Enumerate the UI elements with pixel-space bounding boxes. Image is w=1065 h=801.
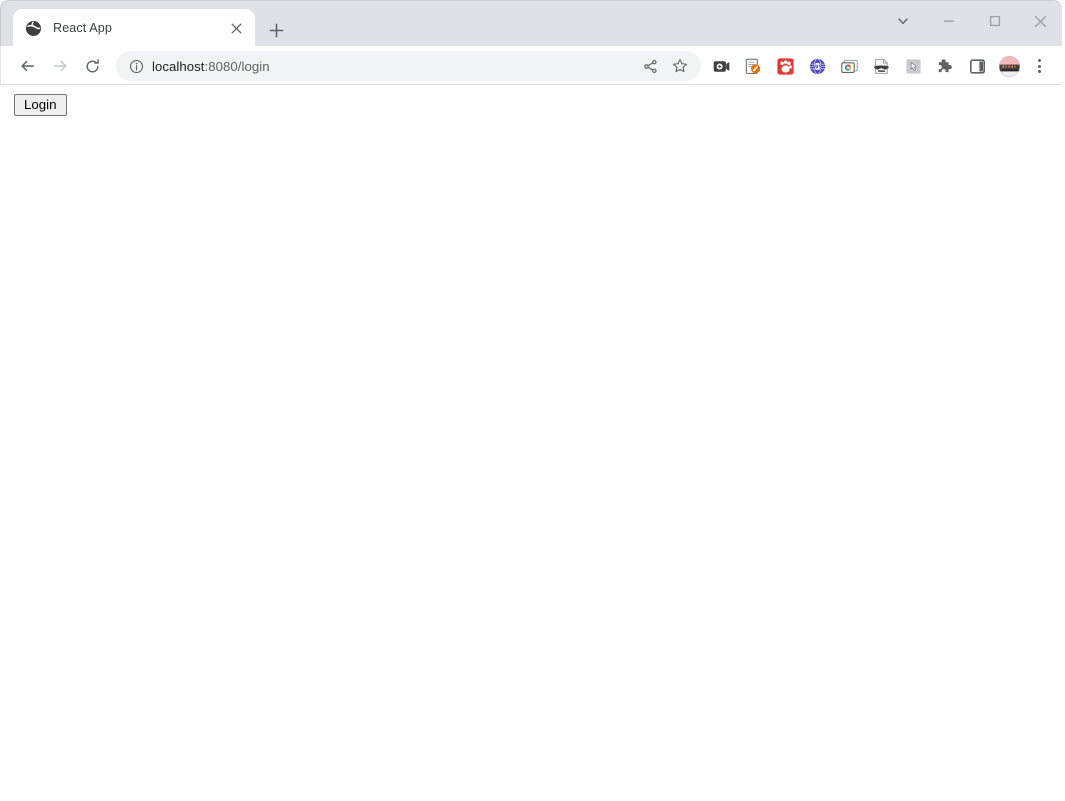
ws-globe-icon: WS: [809, 58, 826, 75]
extensions-tray: WS: [705, 51, 1053, 81]
browser-tab-react-app[interactable]: React App: [13, 9, 255, 47]
extension-chrome-window[interactable]: [833, 51, 865, 81]
chrome-menu-button[interactable]: [1025, 51, 1053, 81]
puzzle-piece-icon: [937, 58, 954, 75]
tab-search-button[interactable]: [880, 1, 926, 41]
extension-cursor-click[interactable]: [897, 51, 929, 81]
close-window-button[interactable]: [1018, 1, 1062, 41]
screen-recorder-icon: [713, 58, 730, 75]
tab-close-button[interactable]: [227, 19, 245, 37]
tab-strip: React App: [0, 0, 1062, 47]
tab-title: React App: [53, 21, 113, 35]
extension-document-annotator[interactable]: [737, 51, 769, 81]
paw-badge-icon: [776, 57, 794, 75]
url-host: localhost: [152, 58, 205, 74]
extension-paw[interactable]: [769, 51, 801, 81]
avatar-icon: [998, 55, 1020, 77]
info-circle-icon[interactable]: [122, 59, 150, 74]
side-panel-icon: [969, 58, 986, 75]
maximize-button[interactable]: [972, 1, 1018, 41]
svg-text:WS: WS: [812, 64, 822, 70]
address-bar[interactable]: localhost:8080/login: [116, 51, 701, 81]
forward-button[interactable]: [44, 50, 76, 82]
share-icon[interactable]: [635, 53, 665, 79]
extension-screen-recorder[interactable]: [705, 51, 737, 81]
url-path: :8080/login: [204, 58, 270, 74]
back-button[interactable]: [12, 50, 44, 82]
profile-avatar[interactable]: [993, 51, 1025, 81]
cursor-click-icon: [905, 58, 922, 75]
three-dots-vertical-icon: [1037, 58, 1041, 62]
window-controls: [880, 1, 1062, 47]
browser-toolbar: localhost:8080/login WS: [0, 46, 1062, 85]
reload-button[interactable]: [76, 50, 108, 82]
document-pen-icon: [745, 58, 762, 75]
extension-incognito-mask[interactable]: [865, 51, 897, 81]
extensions-menu[interactable]: [929, 51, 961, 81]
minimize-button[interactable]: [926, 1, 972, 41]
chrome-window-icon: [840, 58, 858, 75]
new-tab-button[interactable]: [263, 17, 289, 43]
side-panel-button[interactable]: [961, 51, 993, 81]
star-outline-icon[interactable]: [665, 53, 695, 79]
browser-window: React App localhost:8080/login WS Login: [0, 0, 1065, 801]
mask-page-icon: [873, 58, 890, 75]
extension-ws-globe[interactable]: WS: [801, 51, 833, 81]
three-dots-vertical-icon-dot3: [1037, 70, 1041, 74]
page-viewport: Login: [0, 86, 1065, 801]
three-dots-vertical-icon-dot2: [1037, 64, 1041, 68]
react-globe-icon: [25, 20, 42, 37]
url-text[interactable]: localhost:8080/login: [150, 59, 635, 74]
login-button[interactable]: Login: [14, 94, 67, 116]
omnibox-actions: [635, 53, 695, 79]
